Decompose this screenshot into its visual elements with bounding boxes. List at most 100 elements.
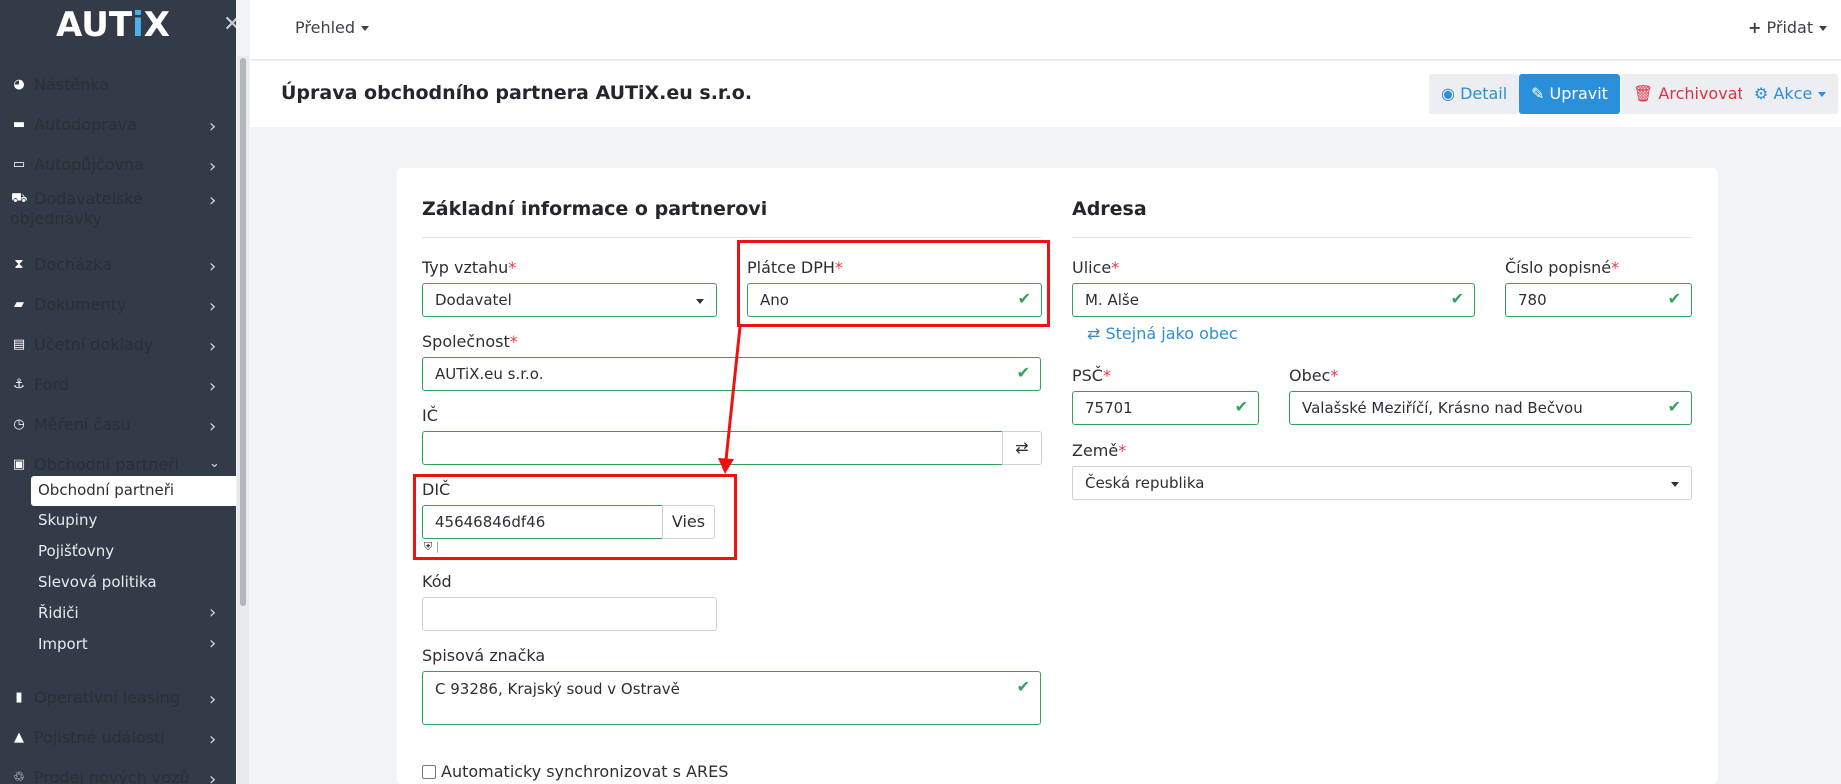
label-text: PSČ [1072, 366, 1103, 385]
ares-sync-checkbox[interactable] [422, 765, 436, 779]
spisova-znacka-label: Spisová značka [422, 646, 546, 665]
edit-label: Upravit [1549, 84, 1608, 103]
detail-label: Detail [1460, 84, 1508, 103]
spisova-znacka-textarea[interactable]: C 93286, Krajský soud v Ostravě ✔ [422, 671, 1041, 725]
kod-input[interactable] [422, 597, 717, 631]
chevron-right-icon: › [209, 190, 217, 211]
zeme-select[interactable]: Česká republika [1072, 466, 1692, 500]
caret-down-icon [696, 299, 704, 304]
top-bar: Přehled + Přidat [250, 0, 1841, 60]
ulice-input[interactable]: M. Alše ✔ [1072, 283, 1475, 317]
truck-icon: ▬ [12, 117, 26, 132]
sidebar-scroll-thumb[interactable] [240, 58, 246, 606]
label-text: Obec [1289, 366, 1331, 385]
caret-down-icon [1818, 92, 1827, 97]
select-value: Dodavatel [435, 291, 512, 309]
ic-input[interactable] [422, 431, 1003, 465]
sidebar-subitem-4[interactable]: Slevová politika [38, 573, 157, 591]
sidebar: AUTiX ✕ ◕ Nástěnka ▬ Autodoprava › ▭ Autopůjčo… [0, 0, 236, 784]
archive-label: Archivovat [1658, 84, 1744, 103]
sidebar-item-label: Obchodní partneři [34, 455, 180, 474]
ic-swap-button[interactable]: ⇄ [1002, 431, 1042, 465]
label-text: Číslo popisné [1505, 258, 1612, 277]
obec-label: Obec* [1289, 366, 1338, 385]
caret-down-icon [361, 26, 370, 31]
gear-icon: ⚙ [1754, 84, 1769, 103]
warning-icon: ▲ [14, 730, 24, 745]
input-value: M. Alše [1085, 291, 1139, 309]
sidebar-subitem-obchodni-partneri-active[interactable]: Obchodní partneři [31, 476, 236, 506]
required-mark: * [1330, 366, 1339, 385]
input-value: Valašské Meziříčí, Krásno nad Bečvou [1302, 399, 1583, 417]
caret-down-icon [1671, 482, 1679, 487]
handshake-icon: ♲ [13, 770, 25, 784]
brand: AUTiX ✕ [0, 0, 236, 56]
typ-vztahu-select[interactable]: Dodavatel [422, 283, 717, 317]
psc-input[interactable]: 75701 ✔ [1072, 391, 1259, 425]
required-mark: * [1611, 258, 1620, 277]
actions-dropdown[interactable]: ⚙ Akce [1742, 74, 1839, 114]
obec-input[interactable]: Valašské Meziříčí, Krásno nad Bečvou ✔ [1289, 391, 1692, 425]
title-bar: Úprava obchodního partnera AUTiX.eu s.r.… [250, 61, 1841, 127]
cislo-popisne-label: Číslo popisné* [1505, 258, 1619, 277]
valid-check-icon: ✔ [1450, 289, 1464, 308]
book-icon: ▮ [15, 690, 23, 705]
cislo-popisne-input[interactable]: 780 ✔ [1505, 283, 1692, 317]
valid-check-icon: ✔ [1016, 677, 1030, 696]
input-value: 75701 [1085, 399, 1133, 417]
detail-button[interactable]: ◉ Detail [1429, 74, 1520, 114]
textarea-value: C 93286, Krajský soud v Ostravě [435, 680, 680, 698]
sidebar-item-label: Nástěnka [34, 75, 110, 94]
anchor-icon: ⚓ [13, 377, 25, 392]
chevron-right-icon: › [209, 296, 217, 317]
archive-button[interactable]: 🗑︎ Archivovat [1621, 74, 1756, 114]
sidebar-subitem-5[interactable]: Řidiči › [38, 602, 216, 623]
autix-logo[interactable]: AUTiX [56, 5, 170, 45]
section-divider [1072, 237, 1692, 238]
basic-info-title: Základní informace o partnerovi [422, 198, 768, 220]
chevron-right-icon: › [209, 156, 217, 177]
chevron-down-icon: ⌄ [209, 456, 220, 471]
sidebar-item-label: Docházka [34, 255, 113, 274]
sidebar-subitem-2[interactable]: Skupiny [38, 511, 97, 529]
required-mark: * [1102, 366, 1111, 385]
chevron-right-icon: › [209, 729, 217, 750]
sidebar-item-label: Dodavatelské [34, 189, 143, 208]
annotation-box-dic [413, 474, 737, 560]
close-sidebar-icon[interactable]: ✕ [223, 14, 236, 36]
overview-dropdown[interactable]: Přehled [295, 18, 370, 37]
ic-label: IČ [422, 406, 438, 425]
sidebar-item-label: Ford [34, 375, 69, 394]
edit-button[interactable]: ✎ Upravit [1519, 74, 1620, 114]
annotation-box-platce-dph [737, 240, 1050, 327]
psc-label: PSČ* [1072, 366, 1111, 385]
chevron-right-icon: › [209, 633, 217, 654]
overview-label: Přehled [295, 18, 356, 37]
same-as-city-link[interactable]: ⇄ Stejná jako obec [1087, 324, 1238, 343]
section-divider [422, 237, 1041, 238]
label-text: Země [1072, 441, 1119, 460]
dashboard-icon: ◕ [13, 77, 25, 92]
sidebar-subitem-3[interactable]: Pojišťovny [38, 542, 114, 560]
input-value: AUTiX.eu s.r.o. [435, 365, 544, 383]
sidebar-subitem-label: Řidiči [38, 604, 79, 622]
briefcase-icon: ▣ [12, 457, 26, 472]
sidebar-item-label: Pojistné události [34, 728, 165, 747]
valid-check-icon: ✔ [1234, 397, 1248, 416]
chevron-right-icon: › [209, 602, 217, 623]
sidebar-item-label: Účetní doklady [34, 335, 154, 354]
spolecnost-input[interactable]: AUTiX.eu s.r.o. ✔ [422, 357, 1041, 391]
caret-down-icon [1819, 26, 1828, 31]
address-title: Adresa [1072, 198, 1147, 220]
valid-check-icon: ✔ [1016, 363, 1030, 382]
valid-check-icon: ✔ [1667, 397, 1681, 416]
input-value: 780 [1518, 291, 1547, 309]
add-dropdown[interactable]: + Přidat [1748, 18, 1828, 37]
sidebar-item-label: Autodoprava [34, 115, 137, 134]
chevron-right-icon: › [209, 416, 217, 437]
sidebar-scrollbar[interactable] [237, 56, 249, 784]
sidebar-subitem-label: Slevová politika [38, 573, 157, 591]
label-text: Společnost [422, 332, 510, 351]
page-title: Úprava obchodního partnera AUTiX.eu s.r.… [281, 82, 753, 104]
sidebar-subitem-6[interactable]: Import › [38, 633, 216, 654]
